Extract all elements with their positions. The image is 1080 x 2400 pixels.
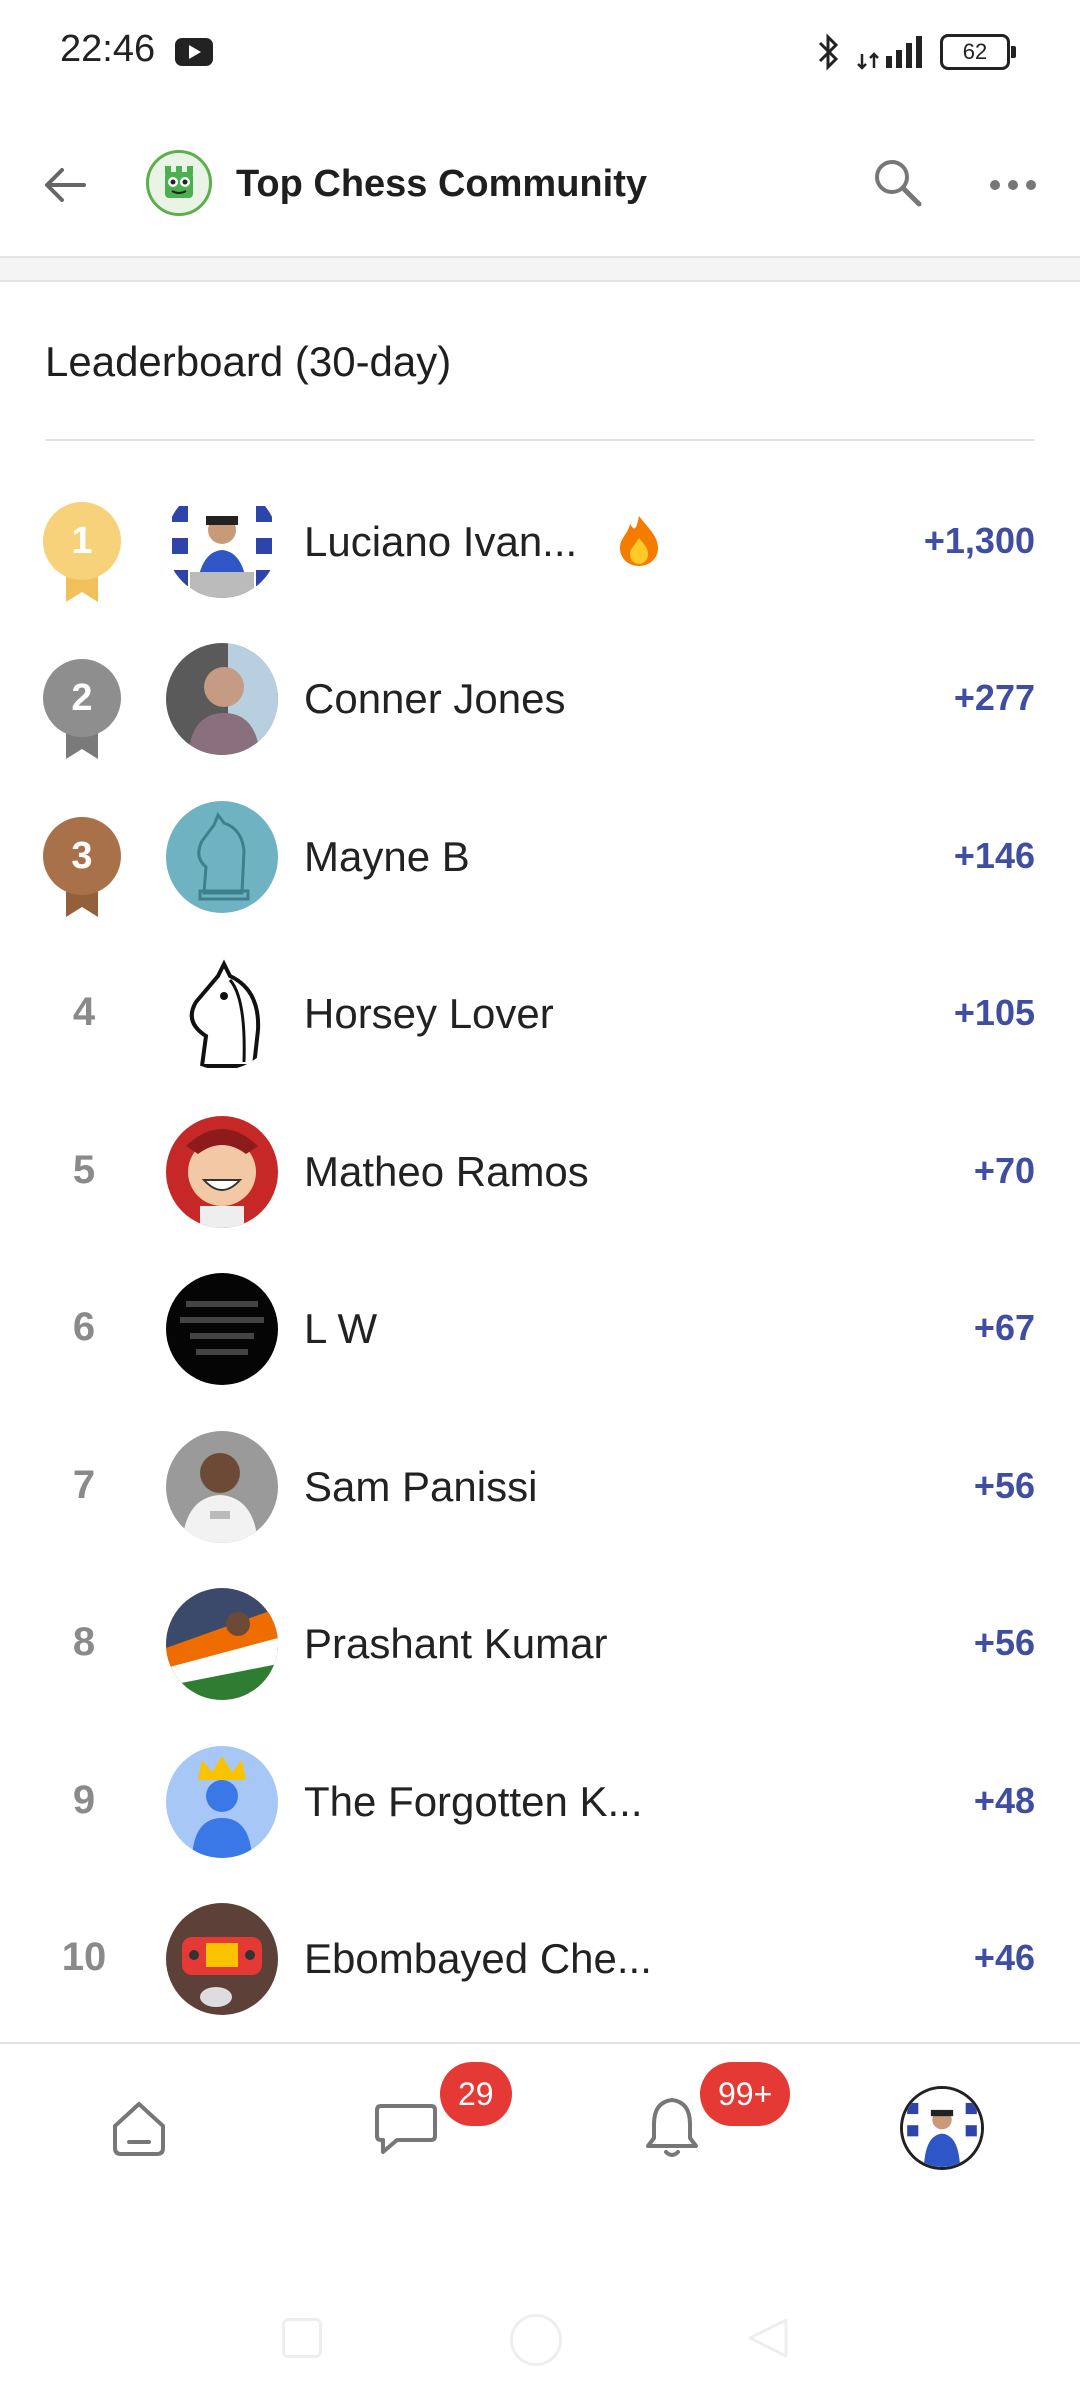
rank-number: 2 xyxy=(43,659,121,737)
leaderboard-row[interactable]: 8 Prashant Kumar +56 xyxy=(0,1570,1080,1720)
back-arrow-icon[interactable] xyxy=(40,160,90,210)
profile-avatar[interactable] xyxy=(900,2086,984,2170)
status-bar: 22:46 62 xyxy=(0,0,1080,100)
points-value: +105 xyxy=(953,992,1035,1033)
status-icons: 62 xyxy=(816,30,1016,74)
back-button[interactable] xyxy=(746,2316,790,2365)
battery-icon: 62 xyxy=(940,34,1016,70)
community-title: Top Chess Community xyxy=(236,163,647,205)
leaderboard-title: Leaderboard (30-day) xyxy=(45,338,452,385)
chat-badge: 29 xyxy=(440,2062,512,2126)
home-icon xyxy=(107,2096,171,2165)
app-header: Top Chess Community xyxy=(0,115,1080,255)
rank-number: 9 xyxy=(72,1778,96,1822)
avatar[interactable] xyxy=(166,1116,278,1228)
chat-icon xyxy=(373,2096,439,2163)
silver-medal-icon: 2 xyxy=(43,659,123,763)
rank-number: 3 xyxy=(43,817,121,895)
avatar[interactable] xyxy=(166,1273,278,1385)
leaderboard-row[interactable]: 9 The Forgotten K... +48 xyxy=(0,1728,1080,1878)
rank-number: 8 xyxy=(72,1620,96,1664)
bronze-medal-icon: 3 xyxy=(43,817,123,921)
signal-icon xyxy=(856,32,926,72)
rank-number: 10 xyxy=(61,1935,107,1979)
points-value: +277 xyxy=(953,677,1035,718)
rank-number: 6 xyxy=(72,1305,96,1349)
community-logo[interactable] xyxy=(146,150,212,216)
bottom-nav: 29 99+ xyxy=(0,2044,1080,2224)
avatar[interactable] xyxy=(166,1903,278,2015)
status-time: 22:46 xyxy=(60,28,156,70)
user-name[interactable]: Sam Panissi xyxy=(304,1463,537,1511)
leaderboard-row[interactable]: 1 Luciano Ivan... +1,300 xyxy=(0,468,1080,618)
avatar[interactable] xyxy=(166,1588,278,1700)
avatar[interactable] xyxy=(166,958,278,1070)
leaderboard-row[interactable]: 7 Sam Panissi +56 xyxy=(0,1413,1080,1563)
nav-notifications[interactable]: 99+ xyxy=(592,2044,791,2204)
points-value: +48 xyxy=(973,1780,1035,1821)
user-name[interactable]: Prashant Kumar xyxy=(304,1620,607,1668)
user-name[interactable]: Matheo Ramos xyxy=(304,1148,589,1196)
divider xyxy=(45,439,1035,441)
rank-number: 4 xyxy=(72,990,96,1034)
points-value: +1,300 xyxy=(923,520,1035,561)
points-value: +146 xyxy=(953,835,1035,876)
nav-chats[interactable]: 29 xyxy=(325,2044,512,2204)
leaderboard-row[interactable]: 5 Matheo Ramos +70 xyxy=(0,1098,1080,1248)
points-value: +56 xyxy=(973,1622,1035,1663)
points-value: +56 xyxy=(973,1465,1035,1506)
nav-home[interactable] xyxy=(60,2044,220,2204)
system-navigation-bar xyxy=(0,2280,1080,2400)
avatar[interactable] xyxy=(166,801,278,913)
user-name[interactable]: L W xyxy=(304,1305,377,1353)
leaderboard-row[interactable]: 10 Ebombayed Che... +46 xyxy=(0,1885,1080,2035)
leaderboard-row[interactable]: 4 Horsey Lover +105 xyxy=(0,940,1080,1090)
user-name[interactable]: Luciano Ivan... xyxy=(304,518,577,566)
user-name[interactable]: Ebombayed Che... xyxy=(304,1935,652,1983)
leaderboard-row[interactable]: 6 L W +67 xyxy=(0,1255,1080,1405)
rank-number: 1 xyxy=(43,502,121,580)
notification-badge: 99+ xyxy=(700,2062,791,2126)
points-value: +67 xyxy=(973,1307,1035,1348)
user-name[interactable]: Horsey Lover xyxy=(304,990,554,1038)
points-value: +46 xyxy=(973,1937,1035,1978)
bell-icon xyxy=(642,2094,702,2165)
avatar[interactable] xyxy=(166,643,278,755)
gold-medal-icon: 1 xyxy=(43,502,123,606)
rank-number: 5 xyxy=(72,1148,96,1192)
user-name[interactable]: Conner Jones xyxy=(304,675,566,723)
user-name[interactable]: Mayne B xyxy=(304,833,470,881)
bluetooth-icon xyxy=(816,32,842,72)
youtube-icon xyxy=(175,38,213,66)
points-value: +70 xyxy=(973,1150,1035,1191)
avatar[interactable] xyxy=(166,1431,278,1543)
recents-button[interactable] xyxy=(282,2318,322,2358)
avatar[interactable] xyxy=(166,1746,278,1858)
avatar[interactable] xyxy=(166,486,278,598)
search-icon[interactable] xyxy=(870,155,926,211)
fire-icon xyxy=(614,514,664,568)
leaderboard-row[interactable]: 2 Conner Jones +277 xyxy=(0,625,1080,775)
more-options-icon[interactable] xyxy=(985,170,1041,200)
leaderboard-row[interactable]: 3 Mayne B +146 xyxy=(0,783,1080,933)
header-divider xyxy=(0,256,1080,282)
rank-number: 7 xyxy=(72,1463,96,1507)
user-name[interactable]: The Forgotten K... xyxy=(304,1778,643,1826)
home-button[interactable] xyxy=(510,2314,562,2366)
